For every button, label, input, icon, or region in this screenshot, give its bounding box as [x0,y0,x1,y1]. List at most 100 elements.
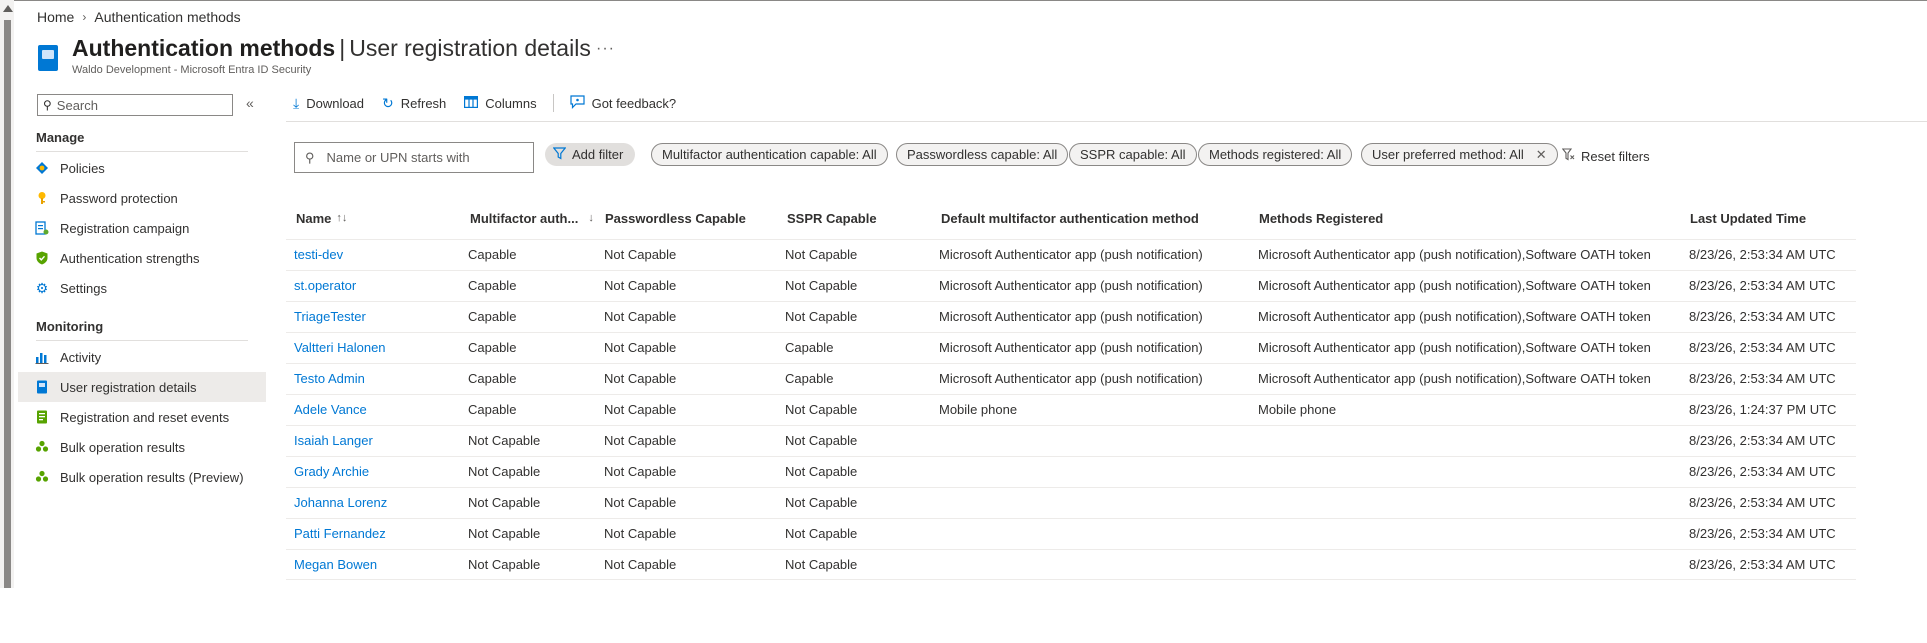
toolbar-divider [552,94,554,112]
sspr-capable-cell: Not Capable [785,309,858,324]
user-name-link[interactable]: Isaiah Langer [294,426,373,457]
filter-pill-mfa-capable[interactable]: Multifactor authentication capable: All [651,143,888,166]
more-options-icon[interactable]: ··· [596,40,615,58]
columns-button[interactable]: Columns [464,95,537,111]
reset-filters-label: Reset filters [1581,148,1650,164]
remove-filter-close-icon[interactable]: ✕ [1536,147,1547,163]
scroll-up-arrow-icon[interactable] [3,5,13,12]
column-header-label: SSPR Capable [787,210,877,226]
column-header-label: Name [296,210,332,226]
column-header-passwordless-capable[interactable]: Passwordless Capable [605,203,746,233]
user-details-page-icon [38,45,58,71]
filter-icon [552,146,567,163]
column-header-default-mfa-method[interactable]: Default multifactor authentication metho… [941,203,1199,233]
breadcrumb: Home › Authentication methods [37,9,241,25]
mfa-capable-cell: Capable [468,402,517,417]
user-name-link[interactable]: Testo Admin [294,364,365,395]
feedback-button[interactable]: Got feedback? [569,94,676,112]
mfa-capable-cell: Capable [468,278,517,293]
mfa-capable-cell: Not Capable [468,464,541,479]
sidebar-search-placeholder: Search [56,97,98,113]
column-header-label: Default multifactor authentication metho… [941,210,1199,226]
filter-pill-methods-registered[interactable]: Methods registered: All [1198,143,1353,166]
passwordless-capable-cell: Not Capable [604,557,677,572]
add-filter-button[interactable]: Add filter [545,143,636,166]
refresh-button[interactable]: ↻ Refresh [382,95,446,112]
filter-pill-label: SSPR capable: All [1080,147,1186,162]
reset-filters-button[interactable]: Reset filters [1561,148,1650,164]
sspr-capable-cell: Not Capable [785,495,858,510]
mfa-capable-cell: Not Capable [468,526,541,541]
filter-pill-user-preferred-method[interactable]: User preferred method: All ✕ [1361,143,1558,166]
sidebar-item-password-protection[interactable]: Password protection [18,183,266,213]
user-name-link[interactable]: Megan Bowen [294,550,377,581]
user-name-link[interactable]: Valtteri Halonen [294,333,386,364]
column-header-sspr-capable[interactable]: SSPR Capable [787,203,877,233]
last-updated-cell: 8/23/26, 2:53:34 AM UTC [1689,247,1836,262]
sidebar-item-settings[interactable]: ⚙ Settings [18,273,266,303]
table-row[interactable]: Patti Fernandez Not Capable Not Capable Not… [286,518,1856,549]
sidebar-search-input[interactable]: ⚲ Search [37,94,233,116]
user-name-link[interactable]: Adele Vance [294,395,367,426]
methods-registered-cell: Mobile phone [1258,402,1337,417]
collapse-sidebar-icon[interactable]: « [246,95,254,111]
tenant-subtitle: Waldo Development - Microsoft Entra ID S… [72,64,312,76]
last-updated-cell: 8/23/26, 2:53:34 AM UTC [1689,433,1836,448]
default-method-cell: Microsoft Authenticator app (push notifi… [939,278,1203,293]
table-row[interactable]: testi-dev Capable Not Capable Not Capable Mi… [286,239,1856,270]
passwordless-capable-cell: Not Capable [604,247,677,262]
sidebar-item-registration-and-reset-events[interactable]: Registration and reset events [18,402,266,432]
table-row[interactable]: st.operator Capable Not Capable Not Capable… [286,270,1856,301]
mfa-capable-cell: Not Capable [468,557,541,572]
download-button[interactable]: ⤓ Download [293,95,364,112]
user-name-link[interactable]: Johanna Lorenz [294,488,387,519]
sidebar-item-bulk-operation-results-preview[interactable]: Bulk operation results (Preview) [18,462,266,492]
user-name-link[interactable]: st.operator [294,271,356,302]
mfa-capable-cell: Not Capable [468,495,541,510]
page-scrollbar[interactable] [0,0,14,588]
last-updated-cell: 8/23/26, 2:53:34 AM UTC [1689,526,1836,541]
filter-pill-passwordless-capable[interactable]: Passwordless capable: All [896,143,1069,166]
sidebar-item-policies[interactable]: Policies [18,153,266,183]
last-updated-cell: 8/23/26, 1:24:37 PM UTC [1689,402,1837,417]
methods-registered-cell: Microsoft Authenticator app (push notifi… [1258,278,1651,293]
default-method-cell: Microsoft Authenticator app (push notifi… [939,309,1203,324]
columns-label: Columns [485,95,537,111]
name-search-input[interactable]: ⚲ Name or UPN starts with [294,142,534,173]
user-name-link[interactable]: Grady Archie [294,457,369,488]
user-name-link[interactable]: TriageTester [294,302,366,333]
column-header-label: Last Updated Time [1690,210,1807,226]
column-header-mfa-capable[interactable]: Multifactor auth... ↓ [470,203,594,233]
table-row[interactable]: Isaiah Langer Not Capable Not Capable Not C… [286,425,1856,456]
user-name-link[interactable]: testi-dev [294,240,343,271]
column-header-methods-registered[interactable]: Methods Registered [1259,203,1383,233]
table-row[interactable]: Adele Vance Capable Not Capable Not Capable… [286,394,1856,425]
sidebar-item-user-registration-details[interactable]: User registration details [18,372,266,402]
user-name-link[interactable]: Patti Fernandez [294,519,386,550]
default-method-cell: Microsoft Authenticator app (push notifi… [939,371,1203,386]
sidebar-item-activity[interactable]: Activity [18,342,266,372]
breadcrumb-home[interactable]: Home [37,9,74,25]
column-header-name[interactable]: Name ↑↓ [296,203,347,233]
table-row[interactable]: Johanna Lorenz Not Capable Not Capable Not … [286,487,1856,518]
last-updated-cell: 8/23/26, 2:53:34 AM UTC [1689,495,1836,510]
table-row[interactable]: TriageTester Capable Not Capable Not Capabl… [286,301,1856,332]
breadcrumb-current[interactable]: Authentication methods [94,9,240,25]
sidebar-item-label: Authentication strengths [60,250,200,266]
filter-pill-label: Multifactor authentication capable: All [662,147,877,162]
column-header-label: Methods Registered [1259,210,1384,226]
table-row[interactable]: Testo Admin Capable Not Capable Capable Micr… [286,363,1856,394]
sidebar-item-registration-campaign[interactable]: Registration campaign [18,213,266,243]
shield-icon [35,251,49,265]
column-header-last-updated[interactable]: Last Updated Time [1690,203,1806,233]
last-updated-cell: 8/23/26, 2:53:34 AM UTC [1689,340,1836,355]
table-row[interactable]: Megan Bowen Not Capable Not Capable Not Cap… [286,549,1856,580]
sidebar-heading-manage: Manage [36,130,85,145]
sidebar-item-authentication-strengths[interactable]: Authentication strengths [18,243,266,273]
passwordless-capable-cell: Not Capable [604,309,677,324]
table-row[interactable]: Grady Archie Not Capable Not Capable Not Ca… [286,456,1856,487]
sidebar-item-bulk-operation-results[interactable]: Bulk operation results [18,432,266,462]
scrollbar-thumb[interactable] [4,20,11,588]
table-row[interactable]: Valtteri Halonen Capable Not Capable Capabl… [286,332,1856,363]
filter-pill-sspr-capable[interactable]: SSPR capable: All [1069,143,1197,166]
